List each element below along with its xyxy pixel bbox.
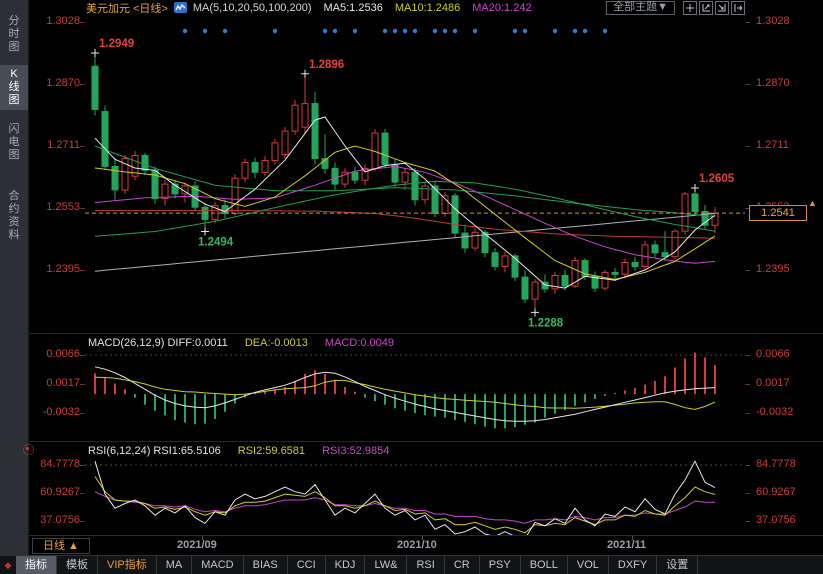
- svg-text:1.2949: 1.2949: [99, 38, 134, 50]
- toolbar-item-模板[interactable]: 模板: [57, 556, 98, 574]
- current-price-tag: 1.2541: [749, 205, 807, 221]
- toolbar-item-dxfy[interactable]: DXFY: [609, 556, 657, 574]
- theme-dropdown-button[interactable]: 全部主题▼: [606, 1, 675, 15]
- toolbar-item-bias[interactable]: BIAS: [244, 556, 288, 574]
- toolbar-item-macd[interactable]: MACD: [192, 556, 243, 574]
- sidebar-tab-1[interactable]: 分时图: [0, 8, 28, 60]
- svg-text:1.2494: 1.2494: [198, 237, 234, 249]
- toolbar-item-cci[interactable]: CCI: [288, 556, 326, 574]
- x-axis-row: 日线 ▲ 2021/09 2021/10 2021/11: [28, 535, 823, 556]
- toolbar-item-boll[interactable]: BOLL: [521, 556, 568, 574]
- svg-text:1.2288: 1.2288: [528, 317, 564, 329]
- toolbar-corner-icon[interactable]: ◆: [0, 556, 16, 574]
- sidebar-tab-2[interactable]: K线图: [0, 65, 28, 110]
- month-label: 2021/11: [607, 539, 646, 551]
- toolbar-item-rsi[interactable]: RSI: [407, 556, 444, 574]
- ma10-value: MA10:1.2486: [395, 2, 460, 14]
- pop-out-icon[interactable]: [731, 1, 745, 15]
- indicator-toolbar: ◆ 指标模板VIP指标MAMACDBIASCCIKDJLW&RSICRPSYBO…: [0, 555, 823, 574]
- toolbar-item-psy[interactable]: PSY: [480, 556, 521, 574]
- period-selector-button[interactable]: 日线 ▲: [32, 538, 90, 554]
- main-kline-chart[interactable]: 1.2949 1.2896 1.2494 1.2288 1.2605: [0, 14, 823, 333]
- toolbar-item-kdj[interactable]: KDJ: [326, 556, 366, 574]
- left-axis-chart-icon[interactable]: [699, 1, 713, 15]
- crosshair-tool-icon[interactable]: [683, 1, 697, 15]
- toolbar-item-设置[interactable]: 设置: [657, 556, 698, 574]
- month-label: 2021/10: [397, 539, 437, 551]
- toolbar-item-lw&[interactable]: LW&: [365, 556, 407, 574]
- macd-indicator-chart[interactable]: [0, 333, 823, 441]
- month-tick-mark: [202, 536, 203, 540]
- right-axis-chart-icon[interactable]: [715, 1, 729, 15]
- toolbar-item-cr[interactable]: CR: [445, 556, 480, 574]
- rsi-indicator-chart[interactable]: [0, 441, 823, 535]
- kline-badge-icon: [174, 2, 187, 13]
- month-tick-mark: [632, 536, 633, 540]
- rsi-panel-marker-icon: [23, 444, 34, 455]
- ma5-value: MA5:1.2536: [324, 2, 383, 14]
- toolbar-item-vip指标[interactable]: VIP指标: [98, 556, 157, 574]
- trading-app-window: 分时图 K线图闪电图合约资料 美元加元 <日线> MA(5,10,20,50,10…: [0, 0, 823, 574]
- sidebar-tab-4[interactable]: 合约资料: [0, 177, 28, 255]
- left-sidebar: 分时图 K线图闪电图合约资料: [0, 0, 29, 574]
- ma20-value: MA20:1.242: [472, 2, 531, 14]
- month-label: 2021/09: [177, 539, 217, 551]
- svg-text:1.2605: 1.2605: [699, 173, 735, 185]
- price-up-arrow-icon: ▲: [808, 199, 817, 208]
- month-tick-mark: [422, 536, 423, 540]
- sidebar-tab-3[interactable]: 闪电图: [0, 117, 28, 167]
- chart-header: 美元加元 <日线> MA(5,10,20,50,100,200) MA5:1.2…: [28, 0, 823, 15]
- toolbar-item-指标[interactable]: 指标: [16, 556, 57, 574]
- toolbar-item-ma[interactable]: MA: [157, 556, 193, 574]
- ma-group-label: MA(5,10,20,50,100,200): [193, 2, 312, 14]
- toolbar-item-vol[interactable]: VOL: [568, 556, 609, 574]
- svg-text:1.2896: 1.2896: [309, 59, 344, 71]
- symbol-title: 美元加元: [86, 0, 130, 16]
- period-tag: <日线>: [133, 0, 168, 16]
